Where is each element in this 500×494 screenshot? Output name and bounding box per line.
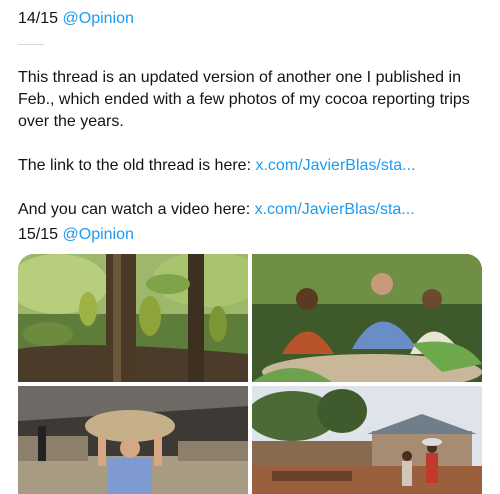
tweet-15-header: 15/15 @Opinion xyxy=(18,224,134,246)
media-grid xyxy=(18,254,482,494)
tweet-paragraph: The link to the old thread is here: x.co… xyxy=(18,155,488,177)
tweet-paragraph: This thread is an updated version of ano… xyxy=(18,69,470,130)
old-thread-link[interactable]: x.com/JavierBlas/sta... xyxy=(255,157,415,174)
tweet-body: This thread is an updated version of ano… xyxy=(18,67,488,221)
mention-link[interactable]: @Opinion xyxy=(63,10,134,27)
mention-link[interactable]: @Opinion xyxy=(63,226,134,243)
thread-counter: 14/15 xyxy=(18,10,59,27)
video-link[interactable]: x.com/JavierBlas/sta... xyxy=(255,201,415,218)
cocoa-pods-photo[interactable] xyxy=(18,254,248,382)
village-drying-beans-photo[interactable] xyxy=(252,386,482,494)
tweet-paragraph: And you can watch a video here: x.com/Ja… xyxy=(18,199,488,221)
paragraph-text: And you can watch a video here: xyxy=(18,201,255,218)
paragraph-text: The link to the old thread is here: xyxy=(18,157,256,174)
workers-sorting-beans-photo[interactable] xyxy=(252,254,482,382)
divider xyxy=(18,44,44,45)
tweet-14-header: 14/15 @Opinion xyxy=(18,8,134,30)
man-carrying-sack-photo[interactable] xyxy=(18,386,248,494)
thread-counter: 15/15 xyxy=(18,226,59,243)
